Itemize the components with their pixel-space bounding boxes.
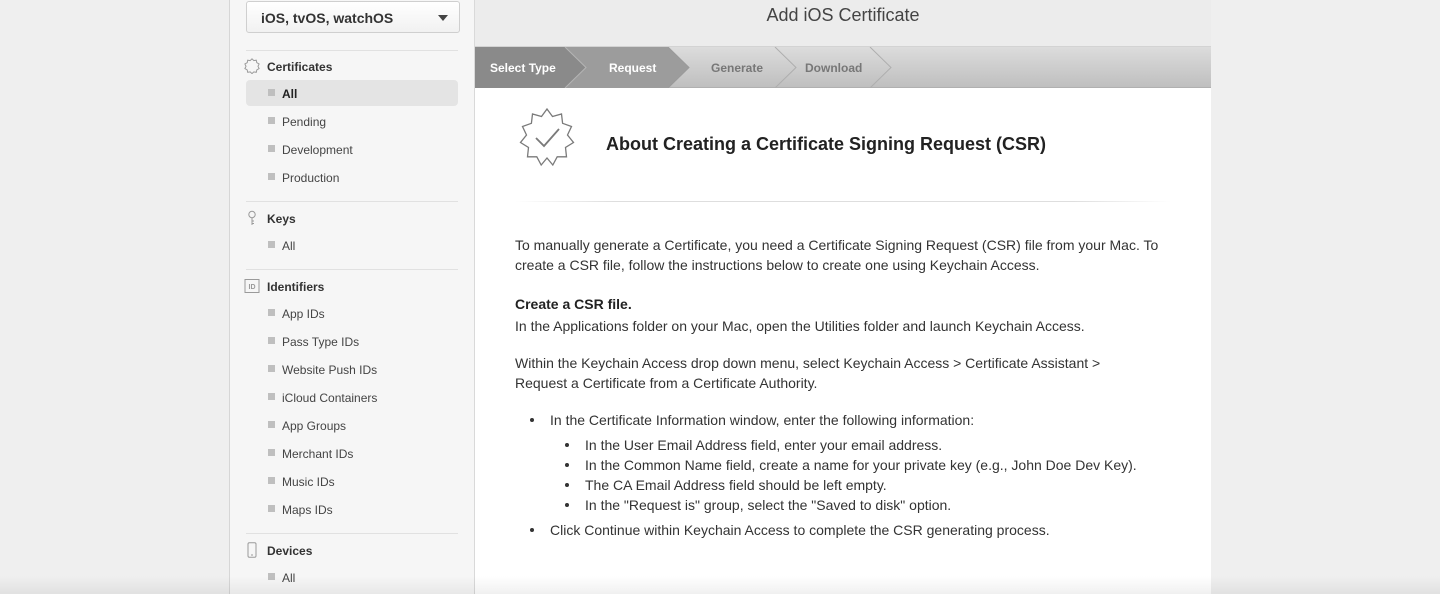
sub-list-item: In the "Request is" group, select the "S… <box>564 497 952 513</box>
sidebar-section-title: Identifiers <box>267 280 325 294</box>
bullet-icon <box>268 89 275 96</box>
bullet-icon <box>268 337 275 344</box>
bullet-icon <box>268 365 275 372</box>
step-label: Select Type <box>490 61 556 75</box>
sidebar-item-website-push-ids[interactable]: Website Push IDs <box>246 356 458 382</box>
bullet-icon <box>268 173 275 180</box>
step-generate: Generate <box>689 47 779 88</box>
sidebar-section-devices: Devices <box>244 542 464 560</box>
step-progress-bar: Select Type Request Generate Download <box>475 47 1211 88</box>
sub-list-item: The CA Email Address field should be lef… <box>565 477 887 493</box>
sidebar-item-certificates-development[interactable]: Development <box>246 136 458 162</box>
step-select-type: Select Type <box>475 47 570 88</box>
sidebar-section-title: Certificates <box>267 60 333 74</box>
sidebar-item-maps-ids[interactable]: Maps IDs <box>246 496 458 522</box>
bullet-icon <box>268 505 275 512</box>
sidebar-divider <box>246 50 458 51</box>
sidebar-item-certificates-pending[interactable]: Pending <box>246 108 458 134</box>
content-divider <box>515 201 1171 202</box>
sidebar-item-label: Pending <box>282 115 327 129</box>
sidebar-section-title: Devices <box>267 544 313 558</box>
sidebar-item-label: Development <box>282 143 353 157</box>
id-icon: ID <box>244 279 260 293</box>
bullet-icon <box>268 117 275 124</box>
bullet-icon <box>268 393 275 400</box>
main-panel: Add iOS Certificate Select Type Request … <box>475 0 1211 594</box>
bullet-icon <box>268 421 275 428</box>
sidebar-item-app-ids[interactable]: App IDs <box>246 300 458 326</box>
sidebar-item-app-groups[interactable]: App Groups <box>246 412 458 438</box>
bullet-icon <box>268 449 275 456</box>
intro-paragraph: To manually generate a Certificate, you … <box>515 237 1159 273</box>
bullet-icon <box>268 241 275 248</box>
bullet-icon <box>268 477 275 484</box>
sidebar-item-certificates-all[interactable]: All <box>246 80 458 106</box>
list-item: Click Continue within Keychain Access to… <box>530 522 1050 538</box>
platform-select-value: iOS, tvOS, watchOS <box>261 10 394 26</box>
create-csr-heading: Create a CSR file. <box>515 296 632 312</box>
sidebar-item-label: Maps IDs <box>282 503 333 517</box>
sidebar-item-label: App Groups <box>282 419 347 433</box>
sidebar-section-title: Keys <box>267 212 296 226</box>
sidebar-section-keys: Keys <box>244 210 464 228</box>
list-item: In the Certificate Information window, e… <box>529 412 975 428</box>
sidebar-item-label: All <box>282 87 298 101</box>
sidebar: iOS, tvOS, watchOS Certificates All Pend… <box>230 0 475 594</box>
sidebar-divider <box>246 201 458 202</box>
sidebar-section-certificates: Certificates <box>244 58 464 76</box>
certificate-badge-icon <box>519 107 575 167</box>
step-download: Download <box>780 47 875 88</box>
sidebar-divider <box>246 533 458 534</box>
sidebar-divider <box>246 269 458 270</box>
step-label: Request <box>609 61 657 75</box>
sidebar-item-keys-all[interactable]: All <box>246 232 458 258</box>
section-title: About Creating a Certificate Signing Req… <box>606 134 1047 154</box>
sidebar-item-label: App IDs <box>282 307 325 321</box>
create-csr-text: In the Applications folder on your Mac, … <box>515 318 1085 334</box>
step-request: Request <box>585 47 680 88</box>
sidebar-item-pass-type-ids[interactable]: Pass Type IDs <box>246 328 458 354</box>
sidebar-section-identifiers: ID Identifiers <box>244 278 464 296</box>
sidebar-item-label: Merchant IDs <box>282 447 354 461</box>
keychain-menu-text: Within the Keychain Access drop down men… <box>515 355 1101 391</box>
sub-list-item: In the Common Name field, create a name … <box>565 457 1137 473</box>
bullet-icon <box>268 309 275 316</box>
sidebar-item-label: iCloud Containers <box>282 391 378 405</box>
sidebar-item-label: Website Push IDs <box>282 363 378 377</box>
svg-text:ID: ID <box>249 284 256 291</box>
sidebar-item-certificates-production[interactable]: Production <box>246 164 458 190</box>
certificate-icon <box>244 58 260 74</box>
sidebar-item-label: Music IDs <box>282 475 335 489</box>
step-label: Generate <box>711 61 764 75</box>
chevron-down-icon <box>438 15 448 21</box>
step-label: Download <box>805 61 863 75</box>
portal-frame: iOS, tvOS, watchOS Certificates All Pend… <box>229 0 1211 594</box>
sidebar-item-label: All <box>282 239 296 253</box>
sub-list-item: In the User Email Address field, enter y… <box>564 437 943 453</box>
sidebar-item-merchant-ids[interactable]: Merchant IDs <box>246 440 458 466</box>
sidebar-item-icloud-containers[interactable]: iCloud Containers <box>246 384 458 410</box>
device-icon <box>247 542 257 558</box>
key-icon <box>248 210 256 225</box>
sidebar-item-label: Pass Type IDs <box>282 335 360 349</box>
sidebar-item-label: Production <box>282 171 340 185</box>
bullet-icon <box>268 145 275 152</box>
page-title: Add iOS Certificate <box>475 0 1211 47</box>
platform-select[interactable]: iOS, tvOS, watchOS <box>246 1 460 33</box>
sidebar-item-music-ids[interactable]: Music IDs <box>246 468 458 494</box>
bottom-shadow <box>0 576 1440 594</box>
